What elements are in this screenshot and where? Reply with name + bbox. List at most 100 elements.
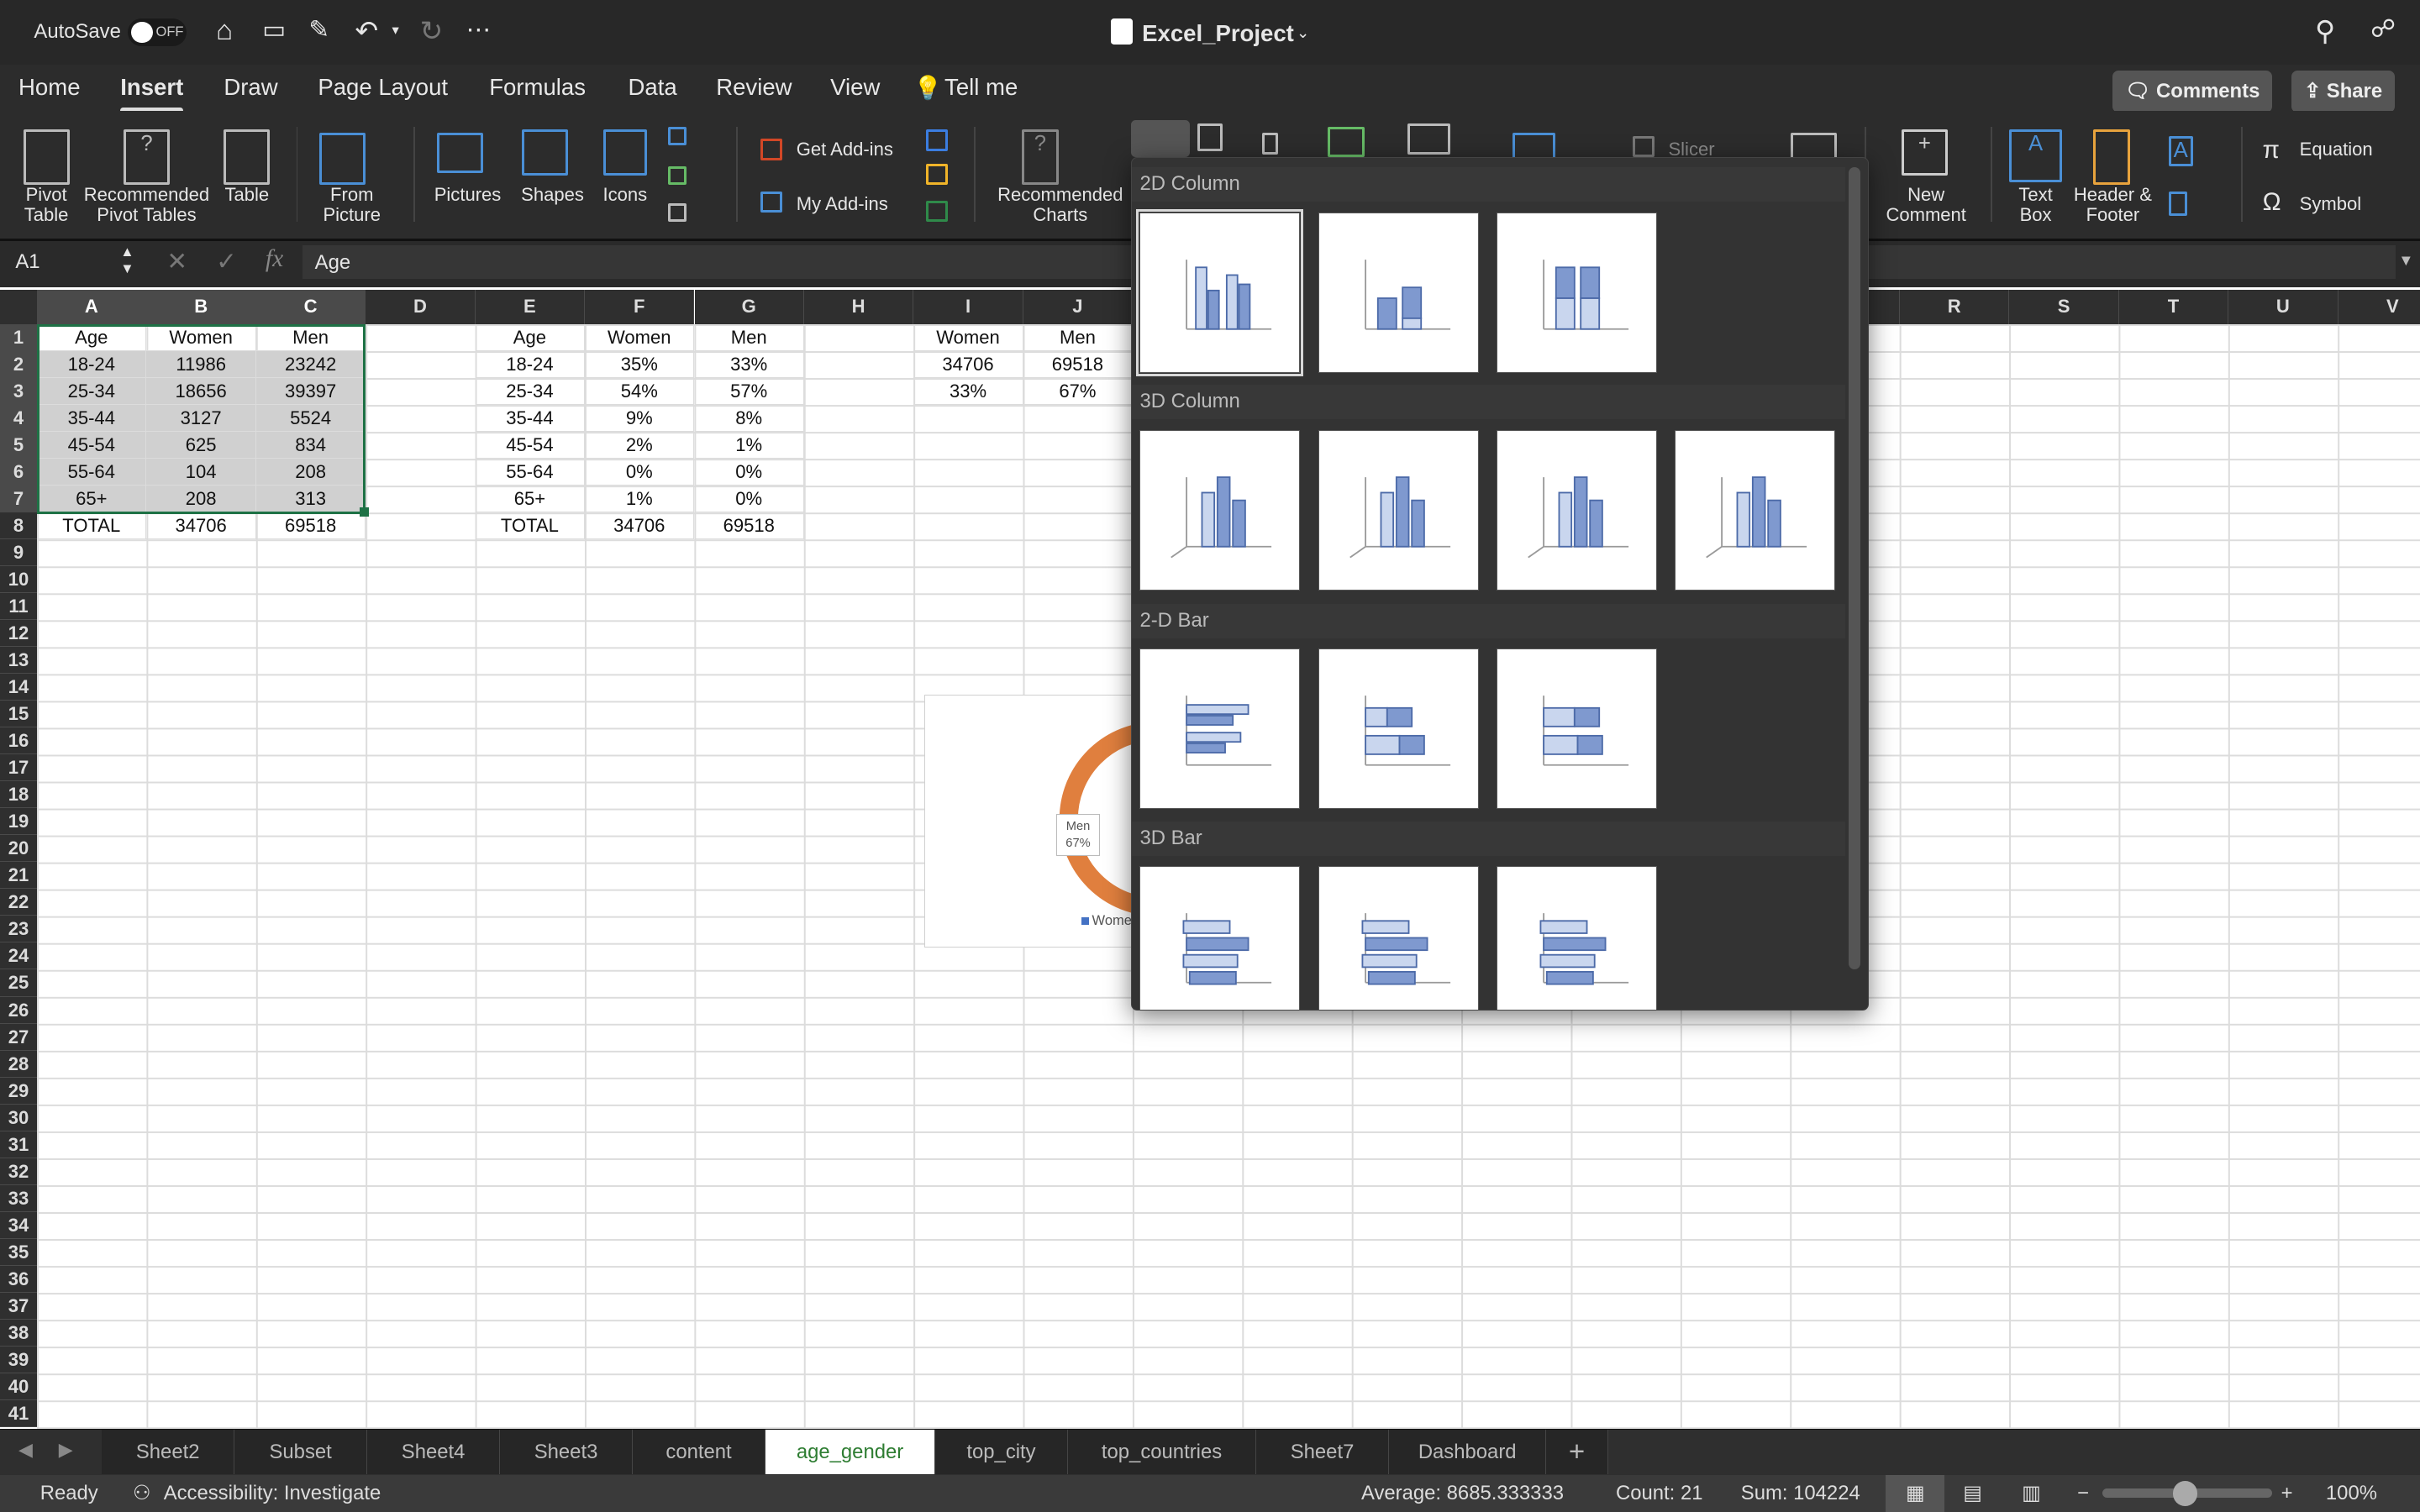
cell[interactable]: 0% [585, 458, 695, 486]
autosave-toggle[interactable]: OFF [128, 18, 187, 47]
chart-type-thumbnail[interactable] [1139, 429, 1301, 591]
row-header[interactable]: 36 [0, 1265, 38, 1293]
row-header[interactable]: 15 [0, 701, 38, 728]
column-header-E[interactable]: E [475, 290, 586, 324]
column-header-V[interactable]: V [2338, 290, 2420, 324]
shapes-icon[interactable] [521, 129, 568, 176]
name-box-stepper-icon[interactable]: ▲ ▼ [120, 244, 134, 277]
my-addins-button[interactable]: My Add-ins [797, 193, 888, 215]
table-button[interactable]: Table [193, 185, 302, 205]
cell[interactable]: Age [475, 323, 586, 351]
row-header[interactable]: 32 [0, 1158, 38, 1185]
row-header[interactable]: 35 [0, 1238, 38, 1266]
cell[interactable]: Age [37, 323, 147, 351]
cancel-icon[interactable]: ✕ [166, 247, 187, 276]
share-button[interactable]: ⇪ Share [2291, 71, 2395, 113]
column-chart-button[interactable] [1131, 120, 1191, 158]
chart-type-thumbnail[interactable] [1496, 429, 1657, 591]
my-addins-icon[interactable] [760, 191, 783, 213]
save-as-icon[interactable]: ✎ [308, 15, 329, 45]
row-header[interactable]: 40 [0, 1373, 38, 1400]
table-icon[interactable] [224, 129, 271, 186]
row-header[interactable]: 16 [0, 727, 38, 755]
row-header[interactable]: 5 [0, 431, 38, 459]
cell[interactable]: 45-54 [37, 431, 147, 459]
accessibility-icon[interactable]: ⚇ [133, 1475, 150, 1512]
chart-type-thumbnail[interactable] [1318, 212, 1479, 373]
row-header[interactable]: 9 [0, 538, 38, 566]
comments-button[interactable]: 🗨 Comments [2112, 71, 2273, 113]
3d-models-icon[interactable] [668, 126, 687, 145]
row-header[interactable]: 8 [0, 512, 38, 539]
column-header-S[interactable]: S [2009, 290, 2119, 324]
cell[interactable]: 34706 [585, 512, 695, 539]
next-sheet-icon[interactable]: ▶ [59, 1439, 73, 1461]
tab-insert[interactable]: Insert [120, 74, 183, 115]
cell[interactable]: 55-64 [475, 458, 586, 486]
sheet-tab-content[interactable]: content [633, 1429, 765, 1475]
cell[interactable]: 33% [694, 350, 804, 378]
cell[interactable]: TOTAL [475, 512, 586, 539]
column-header-I[interactable]: I [913, 290, 1023, 324]
object-icon[interactable] [2168, 191, 2187, 217]
row-header[interactable]: 29 [0, 1077, 38, 1105]
chart-type-thumbnail[interactable] [1139, 648, 1301, 810]
cell[interactable]: 25-34 [475, 377, 586, 405]
new-comment-button[interactable]: New Comment [1872, 185, 1981, 225]
cell[interactable]: 39397 [255, 377, 366, 405]
search-icon[interactable]: ⚲ [2315, 14, 2335, 48]
cell[interactable]: Women [913, 323, 1023, 351]
row-header[interactable]: 28 [0, 1050, 38, 1078]
cell[interactable]: Men [1023, 323, 1134, 351]
cell[interactable]: 18-24 [37, 350, 147, 378]
fill-handle[interactable] [359, 507, 369, 517]
sheet-tab-subset[interactable]: Subset [234, 1429, 368, 1475]
text-box-icon[interactable]: A [2009, 129, 2062, 182]
cell[interactable]: 18656 [146, 377, 256, 405]
row-header[interactable]: 23 [0, 916, 38, 943]
sparkline-icon[interactable] [1512, 132, 1556, 160]
header-footer-button[interactable]: Header & Footer [2059, 185, 2167, 225]
cell[interactable]: 18-24 [475, 350, 586, 378]
page-layout-view-icon[interactable]: ▤ [1963, 1475, 1982, 1512]
screenshot-icon[interactable] [668, 203, 687, 223]
cell[interactable]: Men [255, 323, 366, 351]
row-header[interactable]: 6 [0, 458, 38, 486]
icons-icon[interactable] [603, 129, 647, 176]
symbol-button[interactable]: Symbol [2300, 193, 2361, 215]
cell[interactable]: 25-34 [37, 377, 147, 405]
cell[interactable]: 35-44 [475, 404, 586, 432]
zoom-slider[interactable] [2102, 1481, 2272, 1506]
header-footer-icon[interactable] [2092, 129, 2130, 186]
select-all-button[interactable] [0, 290, 38, 324]
cell[interactable]: 65+ [475, 485, 586, 512]
chart-type-thumbnail[interactable] [1318, 866, 1479, 1011]
row-header[interactable]: 3 [0, 377, 38, 405]
recommended-charts-button[interactable]: Recommended Charts [996, 185, 1125, 225]
document-title[interactable]: Excel_Project [1142, 20, 1294, 47]
column-header-J[interactable]: J [1023, 290, 1134, 324]
sheet-tab-dashboard[interactable]: Dashboard [1389, 1429, 1547, 1475]
prev-sheet-icon[interactable]: ◀ [18, 1439, 33, 1461]
cell[interactable]: Women [146, 323, 256, 351]
column-header-A[interactable]: A [37, 290, 147, 324]
sheet-tab-top_city[interactable]: top_city [935, 1429, 1068, 1475]
cell[interactable]: 9% [585, 404, 695, 432]
redo-icon[interactable]: ↻ [420, 14, 444, 48]
home-icon[interactable]: ⌂ [216, 15, 233, 47]
cell[interactable]: Women [585, 323, 695, 351]
equation-button[interactable]: Equation [2300, 139, 2373, 160]
get-addins-icon[interactable] [760, 139, 783, 160]
cell[interactable]: 0% [694, 458, 804, 486]
cell[interactable]: 23242 [255, 350, 366, 378]
column-header-F[interactable]: F [585, 290, 695, 324]
cell[interactable]: 34706 [913, 350, 1023, 378]
row-header[interactable]: 25 [0, 969, 38, 997]
title-chevron-icon[interactable]: ⌄ [1297, 24, 1309, 42]
name-box[interactable]: A1 [15, 250, 39, 274]
row-header[interactable]: 7 [0, 485, 38, 512]
cell[interactable]: 45-54 [475, 431, 586, 459]
row-header[interactable]: 19 [0, 808, 38, 836]
tab-data[interactable]: Data [629, 74, 677, 101]
column-header-D[interactable]: D [366, 290, 476, 324]
